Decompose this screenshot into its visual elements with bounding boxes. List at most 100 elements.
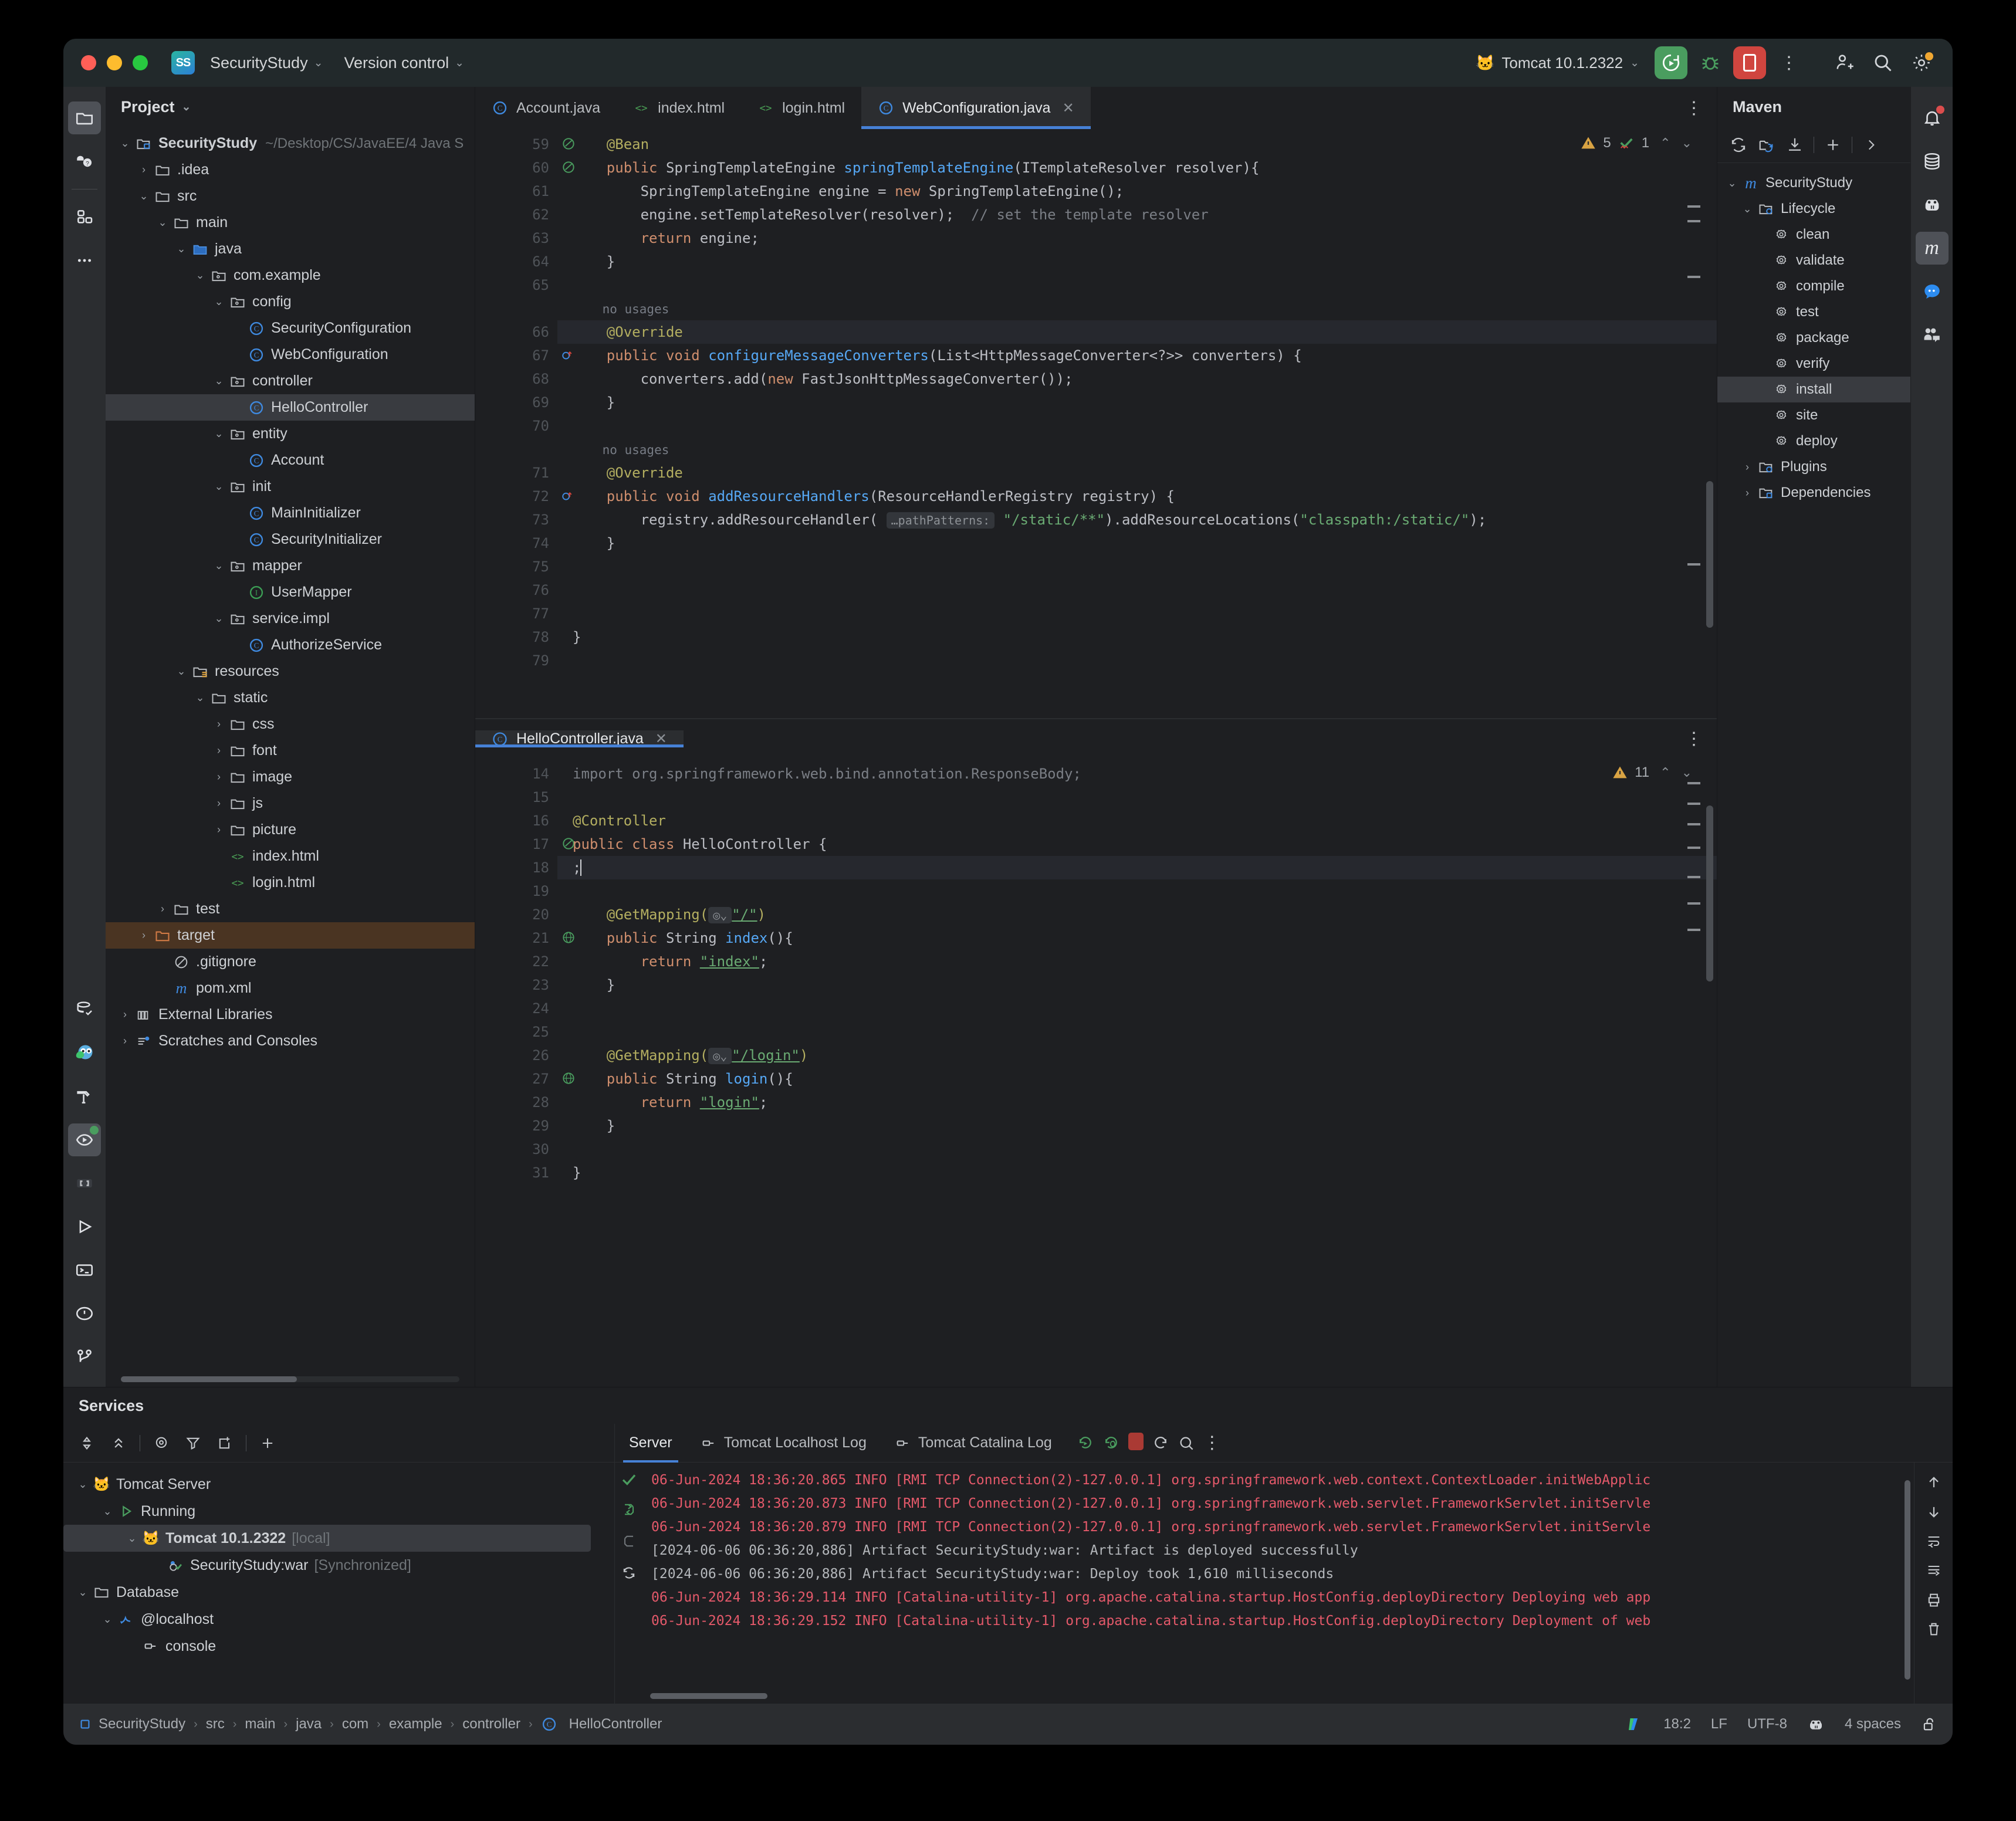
search-everywhere-button[interactable] [1867,47,1899,79]
expand-collapse-icon[interactable] [73,1429,101,1457]
maven-tree-item-clean[interactable]: clean [1717,222,1910,248]
project-pane-header[interactable]: Project ⌄ [106,87,475,127]
code-line[interactable]: engine.setTemplateResolver(resolver); //… [557,203,1717,226]
code-line[interactable] [557,414,1717,438]
services-tree-item-console[interactable]: console [63,1633,614,1660]
code-line[interactable]: public void configureMessageConverters(L… [557,344,1717,367]
error-stripe-top[interactable] [1686,129,1700,718]
code-line[interactable] [557,578,1717,602]
services-icon[interactable] [68,1123,101,1156]
scroll-up-icon[interactable] [1926,1474,1942,1491]
chevron-down-icon[interactable]: ⌄ [1723,177,1741,189]
inspection-widget-bottom[interactable]: 11 ⌃ ⌄ [1611,764,1692,781]
inspect-icon[interactable] [1178,1434,1195,1452]
maven-tree-item-site[interactable]: site [1717,402,1910,428]
editor-tab-account-java[interactable]: CAccount.java [475,87,617,129]
project-tree-item-securityconfiguration[interactable]: CSecurityConfiguration [106,315,475,341]
editor-tab-webconfiguration-java[interactable]: CWebConfiguration.java✕ [861,87,1091,129]
collapse-all-icon[interactable] [104,1429,133,1457]
restart-icon[interactable] [1152,1434,1169,1452]
code-line[interactable] [557,649,1717,672]
project-tree-item-securitystudy[interactable]: ⌄SecurityStudy~/Desktop/CS/JavaEE/4 Java… [106,130,475,157]
code-line[interactable]: public SpringTemplateEngine springTempla… [557,156,1717,180]
project-tree-item-mapper[interactable]: ⌄mapper [106,553,475,579]
database-check-icon[interactable] [68,993,101,1026]
chevron-right-icon[interactable]: › [1738,487,1756,499]
services-tree-item-running[interactable]: ⌄Running [63,1498,614,1525]
code-line[interactable]: registry.addResourceHandler( …pathPatter… [557,508,1717,532]
minimize-window-button[interactable] [107,55,122,70]
next-problem-icon[interactable]: ⌄ [1682,765,1692,780]
close-icon[interactable]: ✕ [655,730,667,747]
services-tree-item-tomcat-10-1-2322[interactable]: ⌄🐱Tomcat 10.1.2322 [local] [63,1525,591,1552]
debug-button[interactable] [1694,47,1726,79]
code-line[interactable] [557,786,1717,809]
lock-icon[interactable] [1921,1716,1937,1732]
caret-position[interactable]: 18:2 [1663,1716,1691,1732]
chevron-down-icon[interactable]: ⌄ [210,296,228,308]
line-separator[interactable]: LF [1711,1716,1727,1732]
code-line[interactable]: ; [557,856,1717,879]
services-tree-item-tomcat-server[interactable]: ⌄🐱Tomcat Server [63,1471,614,1498]
maven-tree-item-plugins[interactable]: ›Plugins [1717,454,1910,480]
chevron-right-icon[interactable]: › [210,797,228,810]
chevron-down-icon[interactable]: ⌄ [135,190,153,202]
project-tree-item-pom-xml[interactable]: mpom.xml [106,975,475,1001]
project-tree-item-securityinitializer[interactable]: CSecurityInitializer [106,526,475,553]
project-tree-item--gitignore[interactable]: .gitignore [106,949,475,975]
chevron-down-icon[interactable]: ⌄ [172,665,190,678]
tab-hellocontroller[interactable]: C HelloController.java ✕ [475,730,684,747]
code-line[interactable] [557,1020,1717,1044]
services-tree-item-@localhost[interactable]: ⌄@localhost [63,1606,614,1633]
project-tree-item-login-html[interactable]: <>login.html [106,869,475,896]
maven-tree-item-package[interactable]: package [1717,325,1910,351]
chevron-down-icon[interactable]: ⌄ [123,1532,141,1545]
code-line[interactable] [557,879,1717,903]
chevron-right-icon[interactable]: › [135,929,153,942]
maven-tree-item-deploy[interactable]: deploy [1717,428,1910,454]
notifications-bell-icon[interactable] [1916,101,1949,134]
project-tree-item-picture[interactable]: ›picture [106,817,475,843]
project-tree-item-target[interactable]: ›target [106,922,475,949]
project-tool-icon[interactable] [68,101,101,134]
code-line[interactable]: return engine; [557,226,1717,250]
chevron-right-icon[interactable]: › [210,824,228,836]
maximize-window-button[interactable] [133,55,148,70]
maven-tree-item-test[interactable]: test [1717,299,1910,325]
project-tree-item-webconfiguration[interactable]: CWebConfiguration [106,341,475,368]
chevron-right-icon[interactable]: › [116,1008,134,1021]
code-line[interactable]: } [557,391,1717,414]
services-tree-item-securitystudy:war[interactable]: SecurityStudy:war [Synchronized] [63,1552,614,1579]
chevron-down-icon[interactable]: ⌄ [99,1613,116,1626]
file-encoding[interactable]: UTF-8 [1747,1716,1787,1732]
log-tab-tomcat-localhost-log[interactable]: Tomcat Localhost Log [686,1424,881,1463]
maven-tree-item-verify[interactable]: verify [1717,351,1910,377]
code-line[interactable]: public class HelloController { [557,832,1717,856]
log-toolbar[interactable]: ⋮ [1077,1433,1221,1453]
chevron-right-icon[interactable]: › [210,771,228,783]
editor-tab-strip[interactable]: CAccount.java<>index.html<>login.htmlCWe… [475,87,1717,129]
chevron-down-icon[interactable]: ⌄ [74,1478,92,1491]
more-vertical-icon[interactable]: ⋮ [1685,733,1703,745]
rerun-loop-icon[interactable] [621,1565,637,1581]
project-tree-item-init[interactable]: ⌄init [106,473,475,500]
code-line[interactable]: } [557,250,1717,273]
project-tree-item-maininitializer[interactable]: CMainInitializer [106,500,475,526]
prev-problem-icon[interactable]: ⌃ [1660,136,1670,151]
chevron-down-icon[interactable]: ⌄ [154,216,171,229]
log-vertical-scrollbar[interactable] [1905,1480,1910,1680]
chevron-down-icon[interactable]: ⌄ [1738,203,1756,215]
maven-toolbar[interactable] [1717,127,1910,163]
go-owl-icon[interactable] [68,1037,101,1069]
breadcrumb-item[interactable]: example [389,1716,442,1732]
breadcrumb[interactable]: SecurityStudy›src›main›java›com›example›… [99,1716,662,1732]
code-line[interactable]: } [557,625,1717,649]
bracket-icon[interactable] [68,1167,101,1200]
filter-icon[interactable] [179,1429,207,1457]
code-line[interactable]: no usages [557,297,1717,320]
code-line[interactable]: return "login"; [557,1091,1717,1114]
version-control-menu[interactable]: Version control ⌄ [339,50,471,76]
code-line[interactable]: @GetMapping(◎⌄"/") [557,903,1717,926]
commit-tool-icon[interactable]: ? [68,145,101,178]
chevron-down-icon[interactable]: ⌄ [172,243,190,255]
